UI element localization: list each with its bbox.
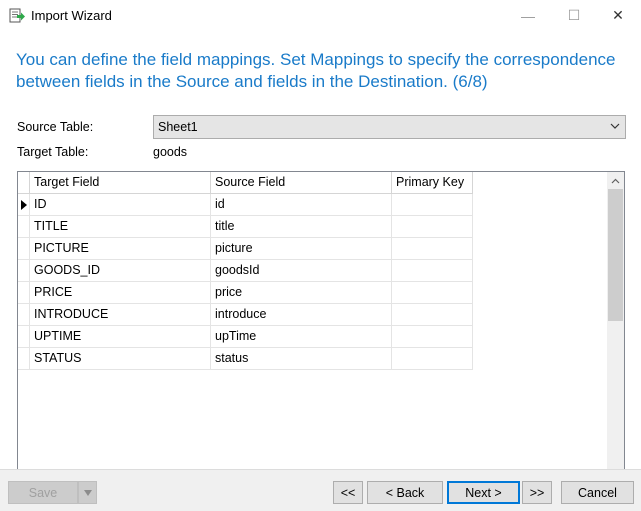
scroll-up-button[interactable] [607,172,624,189]
last-page-button[interactable]: >> [522,481,552,504]
current-row-arrow-icon [21,200,27,210]
source-field-cell[interactable]: goodsId [211,260,392,282]
page-heading: You can define the field mappings. Set M… [16,50,616,91]
primary-key-cell[interactable] [392,348,473,370]
table-row[interactable]: UPTIME upTime [18,326,474,348]
source-field-cell[interactable]: picture [211,238,392,260]
minimize-button[interactable]: — [505,0,551,31]
target-field-cell[interactable]: ID [30,194,211,216]
source-field-cell[interactable]: status [211,348,392,370]
table-row[interactable]: PICTURE picture [18,238,474,260]
save-dropdown-button[interactable] [78,481,97,504]
window-title: Import Wizard [31,8,112,23]
row-header[interactable] [18,282,30,304]
target-field-cell[interactable]: UPTIME [30,326,211,348]
cancel-button[interactable]: Cancel [561,481,634,504]
source-table-value: Sheet1 [158,120,198,134]
primary-key-cell[interactable] [392,260,473,282]
close-button[interactable]: ✕ [595,0,641,31]
row-header[interactable] [18,348,30,370]
scroll-thumb[interactable] [608,189,623,321]
caret-down-icon [83,489,92,496]
primary-key-cell[interactable] [392,282,473,304]
primary-key-cell[interactable] [392,194,473,216]
column-header-primary-key[interactable]: Primary Key [392,172,473,194]
save-button[interactable]: Save [8,481,78,504]
back-button[interactable]: < Back [367,481,443,504]
target-field-cell[interactable]: TITLE [30,216,211,238]
primary-key-cell[interactable] [392,238,473,260]
maximize-button[interactable]: ☐ [551,0,597,31]
source-field-cell[interactable]: upTime [211,326,392,348]
source-field-cell[interactable]: title [211,216,392,238]
table-row[interactable]: PRICE price [18,282,474,304]
row-header[interactable] [18,260,30,282]
table-row[interactable]: STATUS status [18,348,474,370]
field-mapping-grid[interactable]: Target Field Source Field Primary Key ID… [17,171,625,484]
import-wizard-icon [9,8,25,23]
source-field-cell[interactable]: introduce [211,304,392,326]
column-header-target-field[interactable]: Target Field [30,172,211,194]
button-bar: Save << < Back Next > >> Cancel [0,469,641,511]
row-header[interactable] [18,326,30,348]
table-row[interactable]: TITLE title [18,216,474,238]
row-header[interactable] [18,304,30,326]
wizard-page: You can define the field mappings. Set M… [0,31,641,484]
chevron-down-icon [610,123,620,129]
title-bar: Import Wizard — ☐ ✕ [0,0,641,31]
primary-key-cell[interactable] [392,326,473,348]
target-field-cell[interactable]: PICTURE [30,238,211,260]
target-table-value: goods [153,145,188,159]
source-field-cell[interactable]: price [211,282,392,304]
target-field-cell[interactable]: PRICE [30,282,211,304]
row-header-corner [18,172,30,194]
table-row[interactable]: ID id [18,194,474,216]
source-table-select[interactable]: Sheet1 [153,115,626,139]
table-row[interactable]: INTRODUCE introduce [18,304,474,326]
target-field-cell[interactable]: GOODS_ID [30,260,211,282]
next-button[interactable]: Next > [447,481,520,504]
vertical-scrollbar[interactable] [607,172,624,483]
row-header[interactable] [18,216,30,238]
target-field-cell[interactable]: INTRODUCE [30,304,211,326]
column-header-source-field[interactable]: Source Field [211,172,392,194]
target-field-cell[interactable]: STATUS [30,348,211,370]
chevron-up-icon [611,178,620,183]
primary-key-cell[interactable] [392,216,473,238]
source-table-label: Source Table: [17,120,94,134]
source-field-cell[interactable]: id [211,194,392,216]
grid-body: ID id TITLE title PICTURE picture GOODS_ID good… [18,194,474,370]
table-row[interactable]: GOODS_ID goodsId [18,260,474,282]
primary-key-cell[interactable] [392,304,473,326]
row-header[interactable] [18,238,30,260]
grid-header: Target Field Source Field Primary Key [18,172,474,194]
row-header[interactable] [18,194,30,216]
first-page-button[interactable]: << [333,481,363,504]
target-table-label: Target Table: [17,145,89,159]
